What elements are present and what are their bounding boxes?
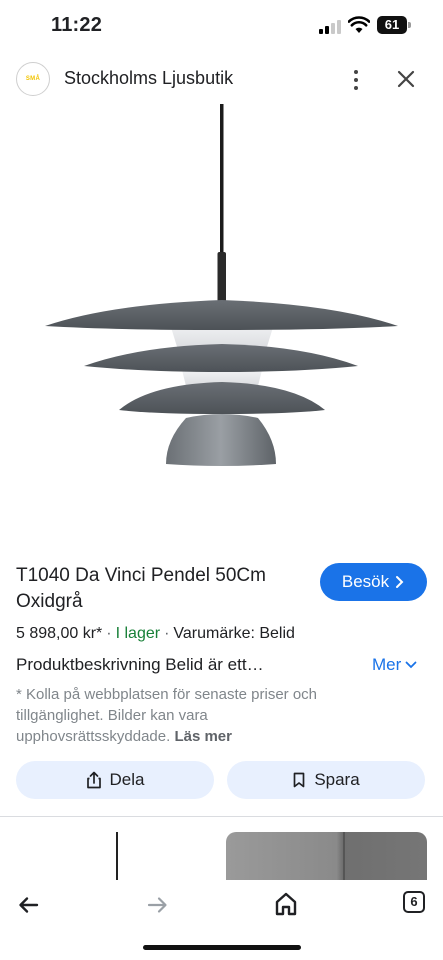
site-logo-text: SMÅ [25,76,41,82]
back-button[interactable] [17,893,41,917]
battery-icon: 61 [377,16,407,34]
header: SMÅ Stockholms Ljusbutik [0,56,443,104]
chevron-right-icon [396,576,404,588]
back-arrow-icon [19,897,39,913]
tab-count: 6 [410,894,418,909]
more-label: Mer [372,655,402,674]
tabs-button[interactable]: 6 [403,891,425,913]
disclaimer: * Kolla på webbplatsen för senaste prise… [16,684,361,747]
product-title: T1040 Da Vinci Pendel 50Cm Oxidgrå [16,565,266,612]
share-label: Dela [109,770,145,789]
forward-arrow-icon [147,897,167,913]
share-button[interactable]: Dela [16,761,214,799]
chevron-down-icon [405,661,417,669]
wifi-icon [348,16,370,33]
home-icon [275,892,297,916]
home-button[interactable] [274,891,298,917]
price-row: 5 898,00 kr* · I lager · Varumärke: Belid [16,625,295,642]
status-bar: 11:22 61 [0,0,443,52]
bookmark-icon [293,772,305,788]
forward-button[interactable] [145,893,169,917]
stock-status: I lager [115,625,161,642]
share-icon [86,771,101,789]
more-options-button[interactable] [344,66,368,94]
divider [0,816,443,817]
site-logo: SMÅ [16,62,50,96]
battery-nub [408,22,411,28]
related-image-right[interactable] [226,832,427,880]
signal-icon [319,18,343,34]
save-label: Spara [314,770,360,789]
product-image[interactable] [0,104,443,544]
more-button[interactable]: Mer [372,655,417,675]
price: 5 898,00 kr* [16,625,103,642]
save-button[interactable]: Spara [227,761,425,799]
close-button[interactable] [393,66,419,92]
home-indicator [143,945,301,950]
read-more-link[interactable]: Läs mer [174,728,232,745]
disclaimer-text: * Kolla på webbplatsen för senaste prise… [16,686,318,745]
product-description: Produktbeskrivning Belid är ett… [16,655,264,674]
status-time: 11:22 [51,14,103,36]
visit-label: Besök [341,572,390,591]
visit-button[interactable]: Besök [320,563,427,601]
related-image-left[interactable] [116,832,118,880]
site-title: Stockholms Ljusbutik [64,68,234,88]
brand: Varumärke: Belid [173,625,295,642]
close-icon [397,70,415,88]
